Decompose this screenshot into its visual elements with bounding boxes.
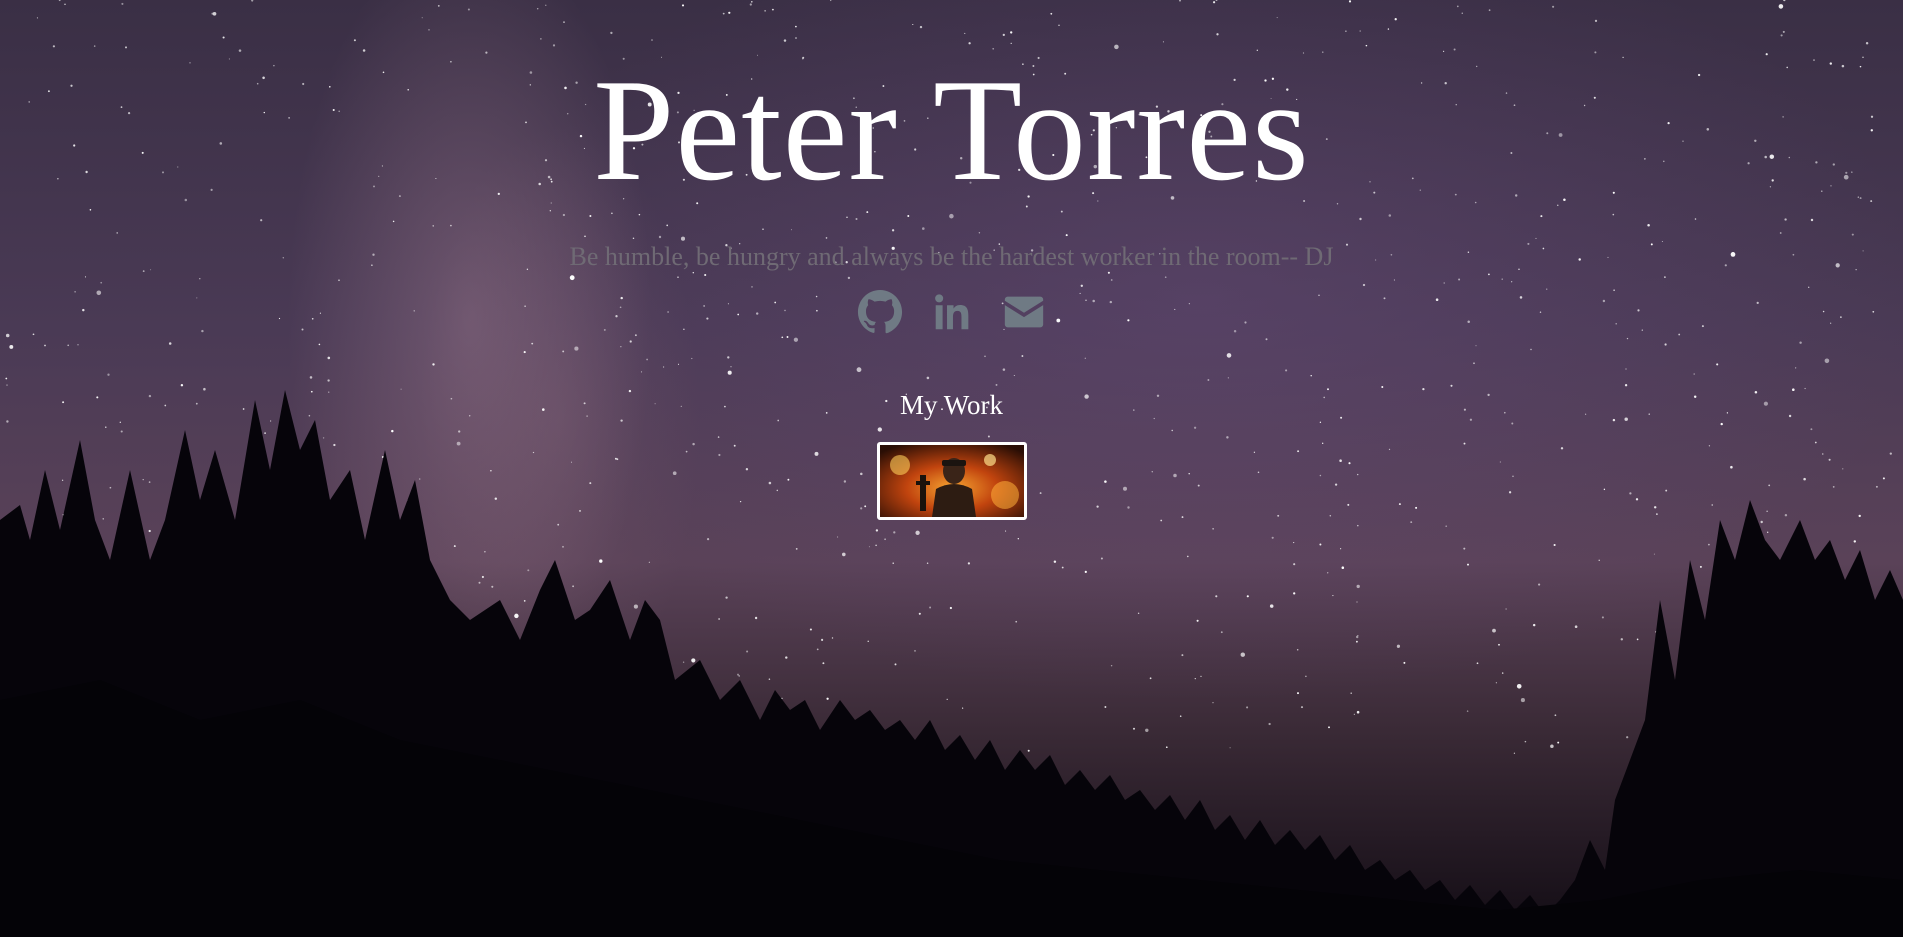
- tagline-quote: Be humble, be hungry and always be the h…: [569, 242, 1334, 271]
- page-title: Peter Torres: [593, 49, 1310, 211]
- project-thumbnail: [879, 445, 1024, 517]
- my-work-heading: My Work: [899, 390, 1004, 420]
- social-links: [0, 284, 1903, 340]
- scrollbar-gutter: [1903, 0, 1920, 937]
- project-thumbnail-link[interactable]: [876, 442, 1027, 520]
- main-content: Peter Torres Be humble, be hungry and al…: [0, 0, 1903, 525]
- linkedin-icon: [934, 294, 968, 330]
- email-link[interactable]: [999, 287, 1049, 337]
- hero-background: Peter Torres Be humble, be hungry and al…: [0, 0, 1903, 937]
- github-link[interactable]: [855, 287, 905, 337]
- linkedin-link[interactable]: [927, 287, 977, 337]
- github-icon: [857, 289, 902, 334]
- envelope-icon: [1004, 296, 1043, 328]
